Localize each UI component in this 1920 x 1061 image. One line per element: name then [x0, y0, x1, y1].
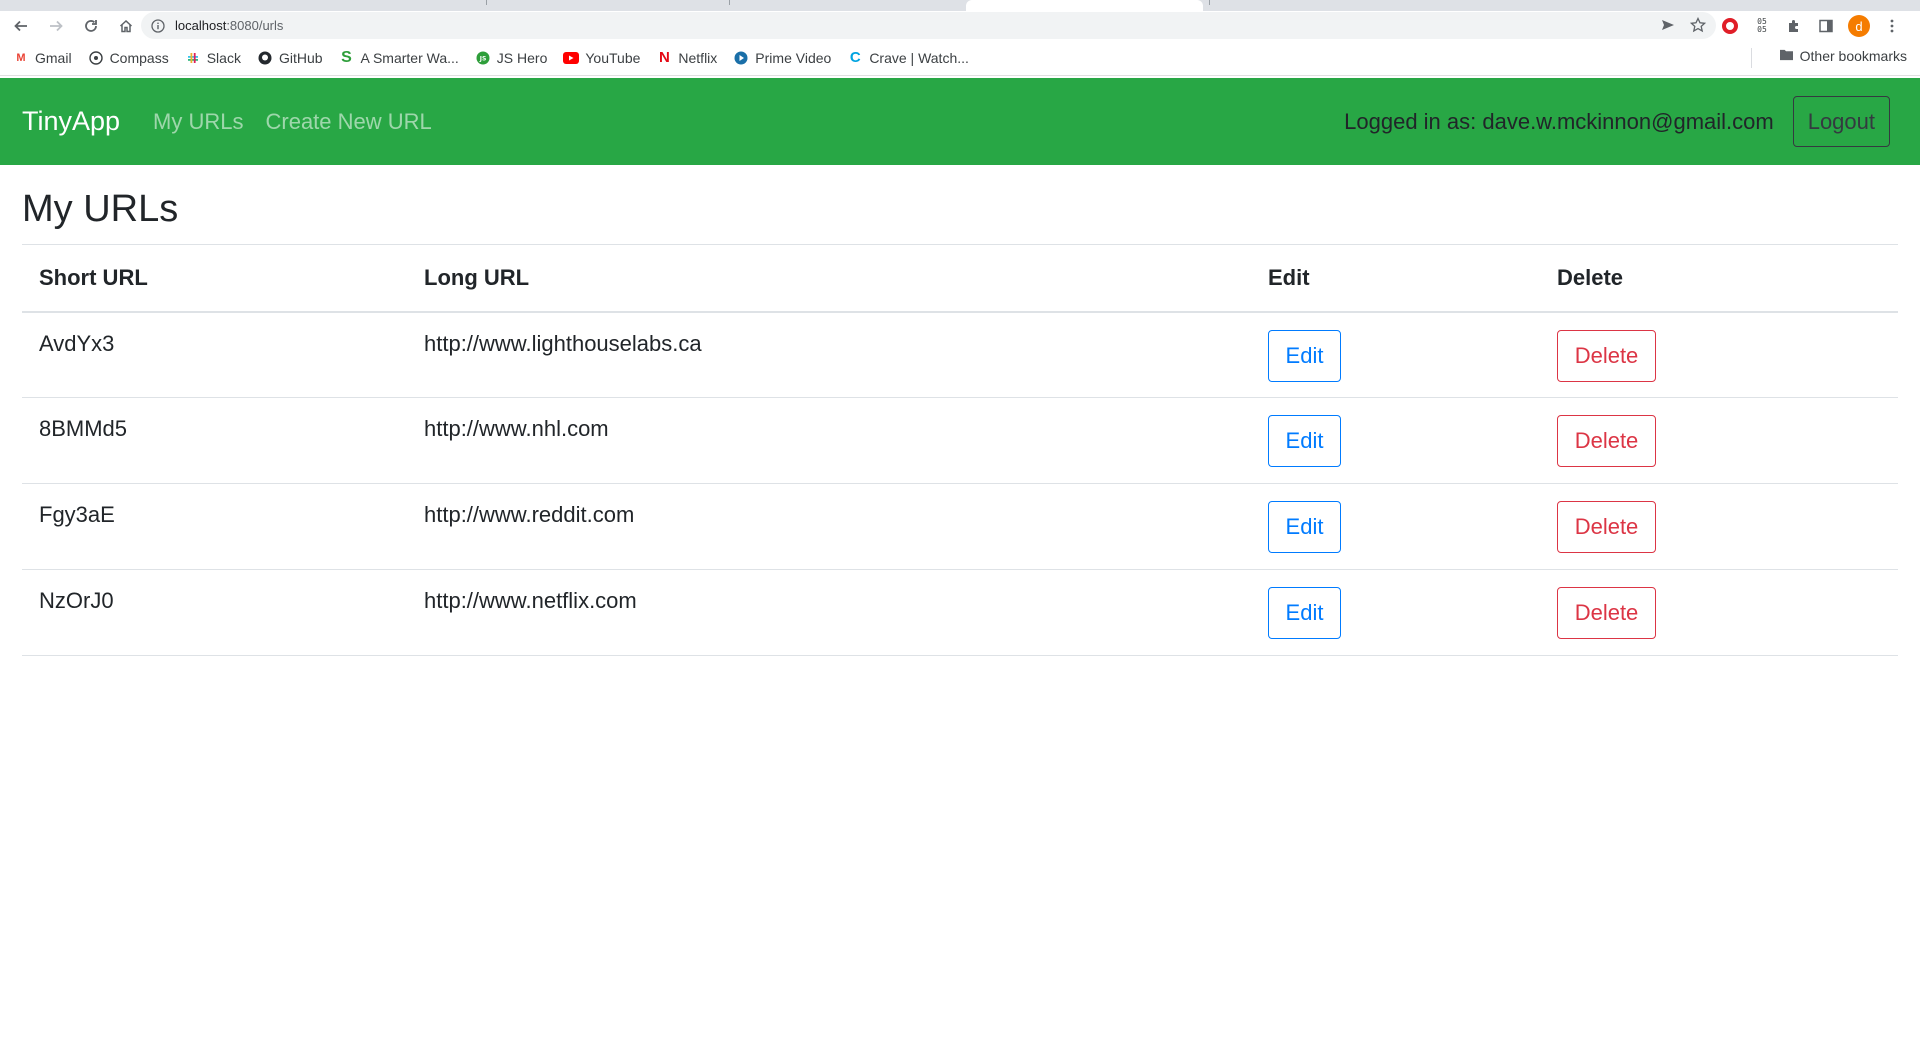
urls-table: Short URL Long URL Edit Delete AvdYx3 ht…	[22, 244, 1898, 656]
bookmark-label: JS Hero	[496, 49, 548, 66]
column-header-delete: Delete	[1540, 244, 1898, 313]
bookmark-js-hero[interactable]: JS JS Hero	[475, 49, 548, 66]
extension-icons: 05 05 d	[1720, 15, 1902, 37]
svg-text:JS: JS	[479, 55, 487, 62]
bookmark-compass[interactable]: Compass	[88, 50, 169, 66]
home-button[interactable]	[113, 13, 139, 39]
clock-extension-icon[interactable]: 05 05	[1752, 16, 1772, 36]
delete-button[interactable]: Delete	[1557, 329, 1656, 382]
side-panel-icon[interactable]	[1816, 16, 1836, 36]
back-button[interactable]	[8, 13, 34, 39]
column-header-edit: Edit	[1251, 244, 1540, 313]
long-url-cell: http://www.netflix.com	[407, 569, 1251, 656]
bookmark-label: Netflix	[678, 49, 718, 66]
bookmark-label: GitHub	[278, 49, 323, 66]
bookmark-label: Prime Video	[755, 49, 832, 66]
delete-button[interactable]: Delete	[1557, 587, 1656, 639]
bookmark-prime-video[interactable]: Prime Video	[733, 50, 831, 66]
send-to-device-icon[interactable]	[1660, 17, 1676, 33]
prime-video-icon	[733, 50, 749, 66]
bookmark-youtube[interactable]: YouTube	[563, 50, 640, 66]
app-navbar: TinyApp My URLs Create New URL Logged in…	[0, 78, 1920, 165]
logout-button[interactable]: Logout	[1792, 96, 1890, 147]
active-tab[interactable]	[966, 0, 1203, 11]
bookmark-star-icon[interactable]	[1690, 17, 1706, 33]
other-bookmarks-folder[interactable]: Other bookmarks	[1779, 48, 1907, 64]
bookmark-label: Crave | Watch...	[869, 49, 969, 66]
nav-link-create-new-url[interactable]: Create New URL	[266, 109, 432, 135]
opera-extension-icon[interactable]	[1720, 16, 1740, 36]
github-icon	[257, 50, 273, 66]
long-url-cell: http://www.reddit.com	[407, 483, 1251, 570]
address-url[interactable]: localhost:8080/urls	[175, 18, 283, 33]
bookmark-github[interactable]: GitHub	[257, 50, 323, 66]
browser-toolbar: localhost:8080/urls 05 05 d	[0, 11, 1920, 40]
nav-link-my-urls[interactable]: My URLs	[153, 109, 243, 135]
table-header-row: Short URL Long URL Edit Delete	[22, 244, 1898, 313]
short-url-cell: AvdYx3	[22, 311, 407, 398]
crave-icon: C	[849, 49, 861, 66]
short-url-cell: Fgy3aE	[22, 483, 407, 570]
netflix-icon: N	[658, 49, 670, 66]
delete-button[interactable]: Delete	[1557, 501, 1656, 553]
folder-icon	[1779, 48, 1794, 64]
edit-button[interactable]: Edit	[1268, 329, 1341, 382]
slack-icon	[185, 50, 201, 66]
table-row: 8BMMd5 http://www.nhl.com Edit Delete	[22, 397, 1898, 484]
bookmark-label: Slack	[206, 49, 241, 66]
browser-menu-icon[interactable]	[1882, 16, 1902, 36]
short-url-cell: NzOrJ0	[22, 569, 407, 656]
bookmarks-bar: M Gmail Compass Slack GitHub S A Smarter…	[0, 40, 1920, 76]
other-bookmarks-label: Other bookmarks	[1799, 48, 1907, 64]
brand-logo[interactable]: TinyApp	[22, 106, 120, 137]
browser-tab-strip	[0, 0, 1920, 11]
clock-text-bottom: 05	[1757, 25, 1767, 34]
address-bar[interactable]: localhost:8080/urls	[141, 12, 1716, 39]
bookmark-label: A Smarter Wa...	[360, 49, 459, 66]
profile-avatar[interactable]: d	[1848, 15, 1870, 37]
table-row: NzOrJ0 http://www.netflix.com Edit Delet…	[22, 569, 1898, 656]
main-content: My URLs Short URL Long URL Edit Delete A…	[22, 165, 1898, 656]
smarter-way-icon: S	[341, 48, 352, 66]
edit-button[interactable]: Edit	[1268, 587, 1341, 639]
logged-in-text: Logged in as: dave.w.mckinnon@gmail.com	[1344, 108, 1774, 134]
short-url-cell: 8BMMd5	[22, 397, 407, 484]
page-title: My URLs	[22, 188, 179, 230]
bookmark-label: YouTube	[585, 49, 641, 66]
bookmark-crave[interactable]: C Crave | Watch...	[847, 49, 969, 66]
table-row: AvdYx3 http://www.lighthouselabs.ca Edit…	[22, 311, 1898, 398]
tab-separator	[1209, 0, 1210, 5]
tab-separator	[486, 0, 487, 5]
bookmark-label: Compass	[109, 49, 169, 66]
edit-button[interactable]: Edit	[1268, 501, 1341, 553]
edit-button[interactable]: Edit	[1268, 415, 1341, 467]
forward-button[interactable]	[43, 13, 69, 39]
bookmark-netflix[interactable]: N Netflix	[656, 49, 718, 66]
url-host: localhost	[175, 18, 227, 33]
gmail-icon: M	[16, 51, 26, 64]
extensions-puzzle-icon[interactable]	[1784, 16, 1804, 36]
youtube-icon	[563, 50, 580, 66]
table-row: Fgy3aE http://www.reddit.com Edit Delete	[22, 483, 1898, 570]
forward-arrow-icon	[50, 20, 63, 31]
bookmarks-divider	[1751, 48, 1752, 68]
bookmark-label: Gmail	[35, 49, 72, 66]
column-header-long-url: Long URL	[407, 244, 1251, 313]
url-path: :8080/urls	[226, 18, 284, 33]
reload-icon	[85, 19, 97, 32]
bookmark-smarter-way[interactable]: S A Smarter Wa...	[339, 48, 459, 66]
tab-separator	[729, 0, 730, 5]
home-icon	[119, 19, 133, 32]
site-info-icon[interactable]	[151, 18, 165, 33]
delete-button[interactable]: Delete	[1557, 415, 1656, 467]
long-url-cell: http://www.lighthouselabs.ca	[407, 311, 1251, 398]
reload-button[interactable]	[78, 13, 104, 39]
long-url-cell: http://www.nhl.com	[407, 397, 1251, 484]
js-hero-icon: JS	[475, 50, 491, 66]
back-arrow-icon	[14, 20, 27, 31]
column-header-short-url: Short URL	[22, 244, 407, 313]
bookmark-slack[interactable]: Slack	[185, 50, 241, 66]
compass-icon	[88, 50, 104, 66]
bookmark-gmail[interactable]: M Gmail	[13, 49, 72, 66]
